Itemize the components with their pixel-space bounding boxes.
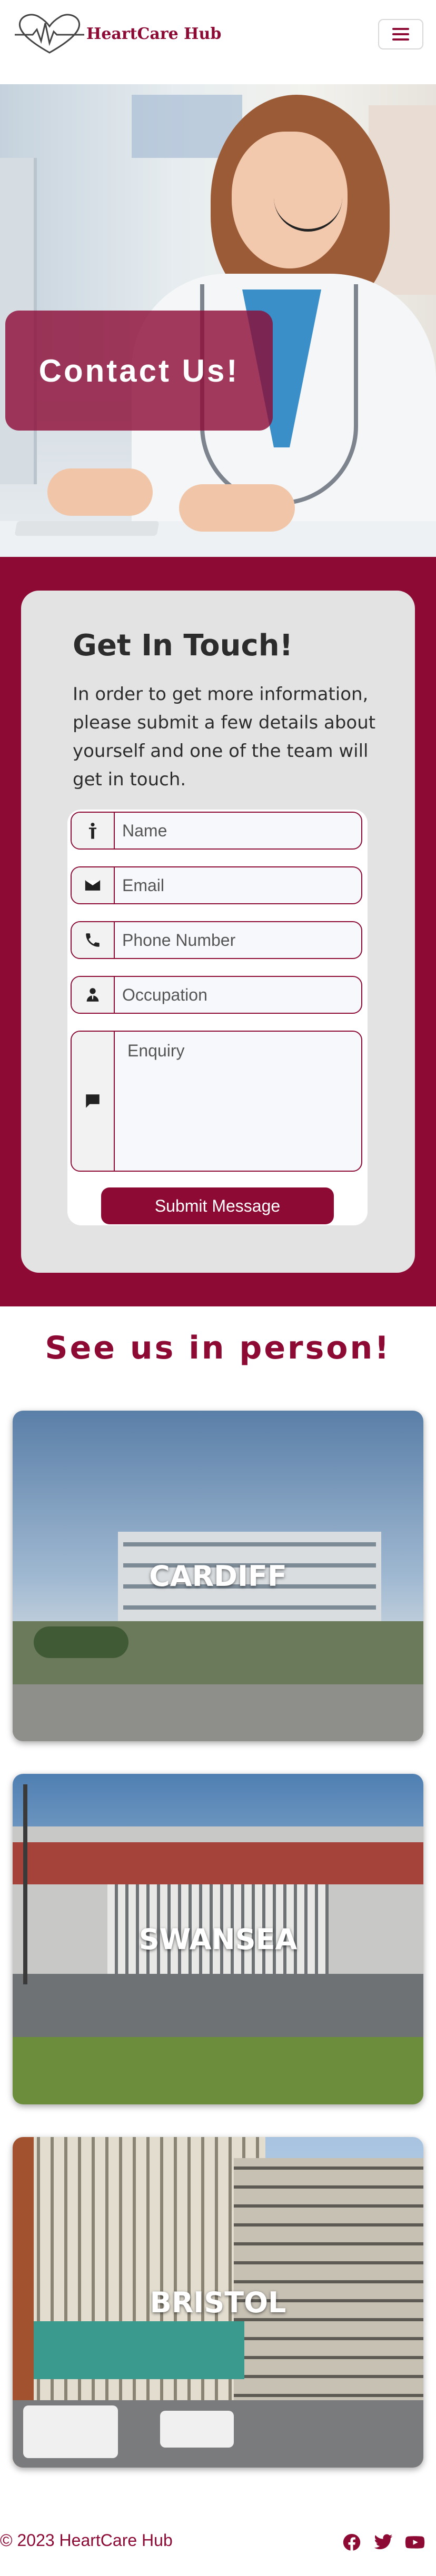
facebook-icon[interactable]	[341, 2532, 362, 2553]
comment-icon	[72, 1032, 115, 1171]
brand-name: HeartCare Hub	[86, 24, 222, 43]
email-field	[71, 866, 362, 904]
contact-section: Get In Touch! In order to get more infor…	[0, 557, 436, 1306]
contact-card: Get In Touch! In order to get more infor…	[21, 591, 415, 1273]
brand-link[interactable]: HeartCare Hub	[15, 12, 221, 56]
occupation-field	[71, 976, 362, 1014]
email-input[interactable]	[115, 867, 361, 903]
location-card-bristol[interactable]: BRISTOL	[13, 2137, 423, 2468]
hero-image: Contact Us!	[0, 84, 436, 557]
enquiry-textarea[interactable]	[115, 1032, 361, 1171]
location-name: CARDIFF	[149, 1559, 287, 1593]
location-name: SWANSEA	[138, 1922, 298, 1956]
envelope-icon	[72, 867, 115, 903]
contact-intro: In order to get more information, please…	[73, 684, 376, 790]
person-icon	[72, 813, 115, 848]
contact-heading: Get In Touch!	[73, 628, 293, 663]
contact-form: Submit Message	[67, 810, 368, 1225]
user-tie-icon	[72, 977, 115, 1013]
navbar: HeartCare Hub	[0, 0, 436, 84]
location-card-cardiff[interactable]: CARDIFF	[13, 1411, 423, 1741]
hamburger-icon[interactable]	[378, 19, 423, 49]
occupation-input[interactable]	[115, 977, 361, 1013]
hero-title: Contact Us!	[38, 353, 240, 388]
phone-field	[71, 921, 362, 959]
name-field	[71, 812, 362, 850]
locations-title: See us in person!	[45, 1330, 391, 1366]
phone-icon	[72, 922, 115, 958]
phone-input[interactable]	[115, 922, 361, 958]
location-card-swansea[interactable]: SWANSEA	[13, 1774, 423, 2104]
submit-message-button[interactable]: Submit Message	[101, 1187, 334, 1224]
location-name: BRISTOL	[150, 2285, 286, 2319]
youtube-icon[interactable]	[404, 2532, 425, 2553]
social-links	[341, 2532, 425, 2553]
enquiry-field	[71, 1031, 362, 1172]
copyright-text: © 2023 HeartCare Hub	[0, 2531, 173, 2550]
heart-logo-icon	[15, 14, 84, 54]
contact-banner: Contact Us!	[5, 311, 273, 431]
twitter-icon[interactable]	[373, 2532, 394, 2553]
name-input[interactable]	[115, 813, 361, 848]
footer: © 2023 HeartCare Hub	[0, 2516, 436, 2576]
